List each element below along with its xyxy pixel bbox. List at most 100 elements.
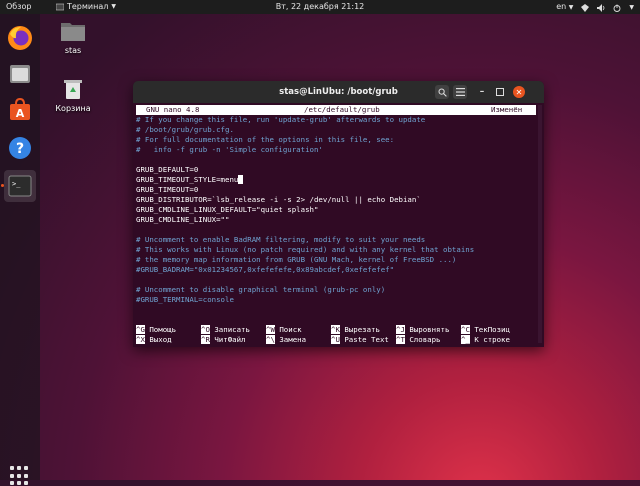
files-icon bbox=[10, 65, 30, 83]
editor-line-current[interactable]: GRUB_TIMEOUT_STYLE=menu bbox=[136, 175, 243, 185]
dock-terminal[interactable]: >_ bbox=[4, 170, 36, 202]
search-icon bbox=[438, 88, 447, 97]
shortcut-label: Выход bbox=[149, 335, 172, 344]
system-menu-chevron-icon[interactable]: ▼ bbox=[629, 1, 634, 15]
app-menu-label: Терминал bbox=[67, 2, 109, 11]
editor-line[interactable]: GRUB_CMDLINE_LINUX_DEFAULT="quiet splash… bbox=[136, 205, 318, 215]
shortcut-key: ^W bbox=[266, 325, 275, 334]
shortcut-write[interactable]: ^O Записать bbox=[201, 325, 250, 335]
desktop-home-folder[interactable]: stas bbox=[48, 20, 98, 55]
editor-line[interactable]: # For full documentation of the options … bbox=[136, 135, 394, 145]
shortcut-read-file[interactable]: ^R ЧитФайл bbox=[201, 335, 246, 345]
top-bar: Обзор Терминал ▼ Вт, 22 декабря 21:12 en… bbox=[0, 0, 640, 14]
terminal-window[interactable]: stas@LinUbu: /boot/grub – ✕ GNU nano 4.8… bbox=[133, 81, 544, 347]
editor-line[interactable]: GRUB_DEFAULT=0 bbox=[136, 165, 198, 175]
menu-button[interactable] bbox=[453, 85, 467, 99]
language-label: en bbox=[556, 2, 567, 11]
shortcut-cut[interactable]: ^K Вырезать bbox=[331, 325, 380, 335]
shortcut-cur-pos[interactable]: ^C ТекПозиц bbox=[461, 325, 510, 335]
activities-button[interactable]: Обзор bbox=[6, 0, 31, 14]
chevron-down-icon: ▼ bbox=[568, 4, 574, 11]
shortcut-exit[interactable]: ^X Выход bbox=[136, 335, 172, 345]
shortcut-label: К строке bbox=[474, 335, 510, 344]
shortcut-key: ^J bbox=[396, 325, 405, 334]
nano-version: GNU nano 4.8 bbox=[146, 105, 200, 114]
shortcut-label: Выровнять bbox=[409, 325, 450, 334]
shortcut-key: ^\ bbox=[266, 335, 275, 344]
desktop-home-label: stas bbox=[64, 46, 82, 55]
running-indicator bbox=[1, 184, 4, 187]
chevron-down-icon: ▼ bbox=[111, 3, 116, 10]
terminal-icon: >_ bbox=[8, 175, 32, 197]
shortcut-key: ^U bbox=[331, 335, 340, 344]
close-icon: ✕ bbox=[515, 87, 523, 97]
app-menu[interactable]: Терминал ▼ bbox=[56, 0, 116, 14]
editor-line[interactable]: # This works with Linux (no patch requir… bbox=[136, 245, 474, 255]
shortcut-label: Вырезать bbox=[344, 325, 380, 334]
editor-line[interactable]: GRUB_TIMEOUT=0 bbox=[136, 185, 198, 195]
minimize-button[interactable]: – bbox=[475, 85, 489, 99]
shortcut-key: ^K bbox=[331, 325, 340, 334]
editor-line[interactable]: #GRUB_TERMINAL=console bbox=[136, 295, 234, 305]
shortcut-key: ^T bbox=[396, 335, 405, 344]
shortcut-label: Помощь bbox=[149, 325, 177, 334]
dock-software[interactable]: A bbox=[4, 94, 36, 126]
dock-help[interactable]: ? bbox=[4, 132, 36, 164]
terminal-content[interactable]: GNU nano 4.8 /etc/default/grub Изменён #… bbox=[136, 105, 536, 345]
shortcut-justify[interactable]: ^J Выровнять bbox=[396, 325, 449, 335]
editor-line[interactable]: # If you change this file, run 'update-g… bbox=[136, 115, 425, 125]
language-indicator[interactable]: en ▼ bbox=[556, 0, 573, 15]
nano-header: GNU nano 4.8 /etc/default/grub Изменён bbox=[136, 105, 536, 115]
power-icon[interactable] bbox=[613, 4, 621, 12]
shortcut-key: ^C bbox=[461, 325, 470, 334]
editor-line[interactable]: # the memory map information from GRUB (… bbox=[136, 255, 456, 265]
maximize-button[interactable] bbox=[493, 85, 507, 99]
firefox-icon bbox=[8, 26, 32, 50]
shortcut-go-to-line[interactable]: ^_ К строке bbox=[461, 335, 510, 345]
nano-shortcuts-row-2: ^X Выход ^R ЧитФайл ^\ Замена ^U Paste T… bbox=[136, 335, 536, 345]
shortcut-label: Paste Text bbox=[344, 335, 389, 344]
trash-icon bbox=[64, 80, 82, 99]
shortcut-label: ЧитФайл bbox=[214, 335, 246, 344]
dock-files[interactable] bbox=[4, 58, 36, 90]
editor-line[interactable]: #GRUB_BADRAM="0x01234567,0xfefefefe,0x89… bbox=[136, 265, 394, 275]
software-center-icon: A bbox=[10, 98, 30, 120]
text-cursor bbox=[238, 175, 243, 184]
nano-shortcuts-row-1: ^G Помощь ^O Записать ^W Поиск ^K Выреза… bbox=[136, 325, 536, 335]
volume-icon[interactable] bbox=[597, 3, 605, 12]
shortcut-paste[interactable]: ^U Paste Text bbox=[331, 335, 389, 345]
window-titlebar[interactable]: stas@LinUbu: /boot/grub – ✕ bbox=[133, 81, 544, 103]
editor-line[interactable]: # info -f grub -n 'Simple configuration' bbox=[136, 145, 323, 155]
hamburger-icon bbox=[455, 88, 465, 96]
editor-line[interactable]: # /boot/grub/grub.cfg. bbox=[136, 125, 234, 135]
shortcut-replace[interactable]: ^\ Замена bbox=[266, 335, 306, 345]
shortcut-search[interactable]: ^W Поиск bbox=[266, 325, 302, 335]
desktop-trash[interactable]: Корзина bbox=[48, 78, 98, 113]
svg-text:>_: >_ bbox=[12, 180, 21, 188]
shortcut-key: ^R bbox=[201, 335, 210, 344]
editor-line[interactable]: # Uncomment to enable BadRAM filtering, … bbox=[136, 235, 425, 245]
desktop-trash-label: Корзина bbox=[55, 104, 91, 113]
clock[interactable]: Вт, 22 декабря 21:12 bbox=[276, 2, 365, 11]
shortcut-label: Словарь bbox=[409, 335, 441, 344]
terminal-scrollbar[interactable] bbox=[538, 105, 542, 343]
close-button[interactable]: ✕ bbox=[513, 86, 525, 98]
shortcut-spell[interactable]: ^T Словарь bbox=[396, 335, 441, 345]
editor-line[interactable]: # Uncomment to disable graphical termina… bbox=[136, 285, 385, 295]
network-icon[interactable] bbox=[581, 3, 590, 12]
shortcut-key: ^_ bbox=[461, 335, 470, 344]
shortcut-label: Записать bbox=[214, 325, 250, 334]
minimize-icon: – bbox=[479, 87, 485, 97]
show-applications-icon[interactable] bbox=[10, 466, 30, 486]
shortcut-key: ^G bbox=[136, 325, 145, 334]
dock-firefox[interactable] bbox=[4, 22, 36, 54]
search-button[interactable] bbox=[435, 85, 449, 99]
svg-text:A: A bbox=[16, 107, 25, 120]
folder-icon bbox=[61, 23, 85, 41]
nano-status: Изменён bbox=[491, 105, 523, 114]
shortcut-help[interactable]: ^G Помощь bbox=[136, 325, 176, 335]
maximize-icon bbox=[496, 88, 504, 96]
editor-line[interactable]: GRUB_CMDLINE_LINUX="" bbox=[136, 215, 229, 225]
editor-line[interactable]: GRUB_DISTRIBUTOR=`lsb_release -i -s 2> /… bbox=[136, 195, 421, 205]
shortcut-label: Поиск bbox=[279, 325, 302, 334]
